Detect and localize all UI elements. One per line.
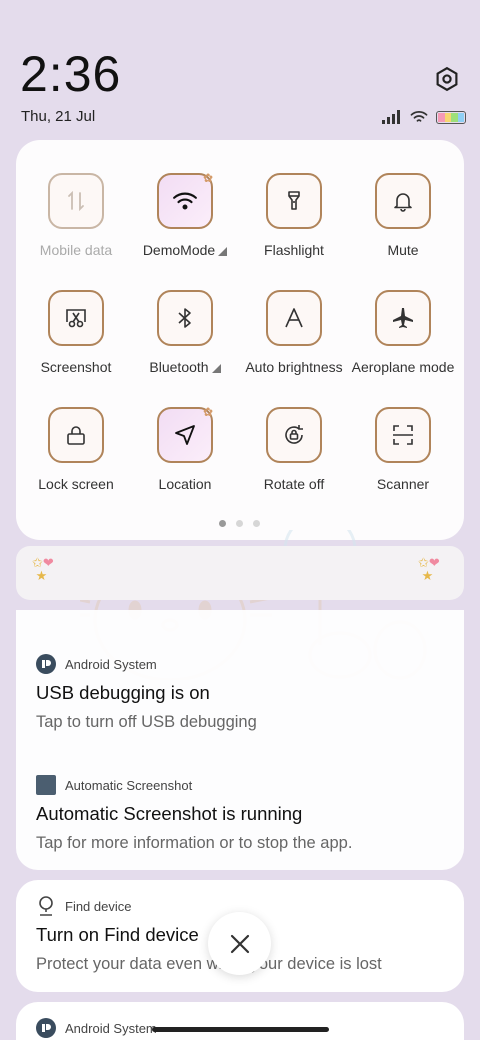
notification-usb-debugging[interactable]: Android System USB debugging is on Tap t… xyxy=(36,654,456,732)
app-name: Android System xyxy=(65,656,157,672)
signal-icon xyxy=(382,110,400,124)
stars-decoration-icon: ✩❤ ★ xyxy=(418,555,440,583)
scanner-icon xyxy=(393,425,413,445)
bluetooth-icon xyxy=(178,308,191,328)
tile-label: Scanner xyxy=(376,476,430,492)
rotate-button[interactable] xyxy=(266,407,322,463)
media-strip[interactable] xyxy=(16,546,464,600)
demomode-button[interactable]: ✿ xyxy=(157,171,213,229)
page-dot xyxy=(236,520,243,527)
tile-screenshot[interactable]: Screenshot xyxy=(21,290,131,375)
settings-button[interactable] xyxy=(432,64,462,94)
tile-aeroplane-mode[interactable]: Aeroplane mode xyxy=(348,290,458,375)
close-icon xyxy=(230,934,249,953)
screenshot-icon xyxy=(66,309,86,328)
auto-brightness-icon xyxy=(285,308,303,328)
mobile-data-button[interactable] xyxy=(48,173,104,229)
notification-title: USB debugging is on xyxy=(36,682,210,703)
gear-icon xyxy=(436,66,458,92)
android-system-icon xyxy=(36,654,56,674)
clock: 2:36 xyxy=(20,46,122,102)
wifi-status-icon xyxy=(410,110,428,122)
notification-header: Automatic Screenshot xyxy=(36,775,456,795)
location-pin-icon xyxy=(39,896,53,916)
notification-body: Tap for more information or to stop the … xyxy=(36,834,353,852)
battery-icon xyxy=(436,110,466,124)
aeroplane-mode-button[interactable] xyxy=(375,290,431,346)
tile-label: Auto brightness xyxy=(245,359,343,375)
tile-scanner[interactable]: Scanner xyxy=(348,407,458,492)
mute-button[interactable] xyxy=(375,173,431,229)
bow-decoration-icon: ✿ xyxy=(202,171,213,185)
bow-decoration-icon: ✿ xyxy=(202,405,213,419)
tile-label: Screenshot xyxy=(40,359,112,375)
date: Thu, 21 Jul xyxy=(21,108,96,125)
tile-label: Flashlight xyxy=(264,242,324,258)
tile-label: Location xyxy=(158,476,212,492)
auto-brightness-button[interactable] xyxy=(266,290,322,346)
app-name: Automatic Screenshot xyxy=(65,777,193,793)
tile-mute[interactable]: Mute xyxy=(348,173,458,258)
clear-all-button[interactable] xyxy=(208,912,271,975)
tile-demomode[interactable]: ✿ DemoMode xyxy=(130,171,240,258)
app-name: Find device xyxy=(65,898,132,914)
notification-title: Automatic Screenshot is running xyxy=(36,803,303,824)
tile-label: Mute xyxy=(387,242,419,258)
wifi-icon xyxy=(173,192,197,210)
airplane-icon xyxy=(393,308,413,328)
page-indicator xyxy=(219,520,260,527)
location-button[interactable]: ✿ xyxy=(157,405,213,463)
tile-flashlight[interactable]: Flashlight xyxy=(239,173,349,258)
tile-label: DemoMode xyxy=(130,242,240,258)
location-icon xyxy=(175,425,195,445)
stars-decoration-icon: ✩❤ ★ xyxy=(32,555,54,583)
tile-mobile-data[interactable]: Mobile data xyxy=(21,173,131,258)
tile-lock-screen[interactable]: Lock screen xyxy=(21,407,131,492)
mobile-data-icon xyxy=(68,190,84,212)
tile-label: Bluetooth xyxy=(130,359,240,375)
screenshot-button[interactable] xyxy=(48,290,104,346)
scanner-button[interactable] xyxy=(375,407,431,463)
app-name: Android System xyxy=(65,1020,157,1036)
tile-auto-brightness[interactable]: Auto brightness xyxy=(239,290,349,375)
notification-body: Tap to turn off USB debugging xyxy=(36,713,257,731)
system-icons xyxy=(382,108,466,126)
expand-triangle-icon xyxy=(218,247,228,256)
page-dot-active xyxy=(219,520,226,527)
tile-label: Lock screen xyxy=(38,476,114,492)
home-indicator[interactable] xyxy=(152,1027,329,1032)
tile-rotate[interactable]: Rotate off xyxy=(239,407,349,492)
tile-label: Aeroplane mode xyxy=(351,359,455,375)
tile-bluetooth[interactable]: Bluetooth xyxy=(130,290,240,375)
flashlight-icon xyxy=(288,191,300,210)
page-dot xyxy=(253,520,260,527)
android-system-icon xyxy=(36,1018,56,1038)
bell-icon xyxy=(394,193,412,212)
lock-icon xyxy=(67,426,85,445)
tile-label: Rotate off xyxy=(263,476,325,492)
expand-triangle-icon xyxy=(211,364,221,373)
notification-automatic-screenshot[interactable]: Automatic Screenshot Automatic Screensho… xyxy=(36,775,456,853)
rotate-lock-icon xyxy=(285,425,303,444)
flashlight-button[interactable] xyxy=(266,173,322,229)
tile-location[interactable]: ✿ Location xyxy=(130,405,240,492)
lock-screen-button[interactable] xyxy=(48,407,104,463)
bluetooth-button[interactable] xyxy=(157,290,213,346)
status-area: 2:36 Thu, 21 Jul xyxy=(0,0,480,150)
notification-header: Android System xyxy=(36,654,456,674)
automatic-screenshot-icon xyxy=(36,775,56,795)
tile-label: Mobile data xyxy=(39,242,113,258)
